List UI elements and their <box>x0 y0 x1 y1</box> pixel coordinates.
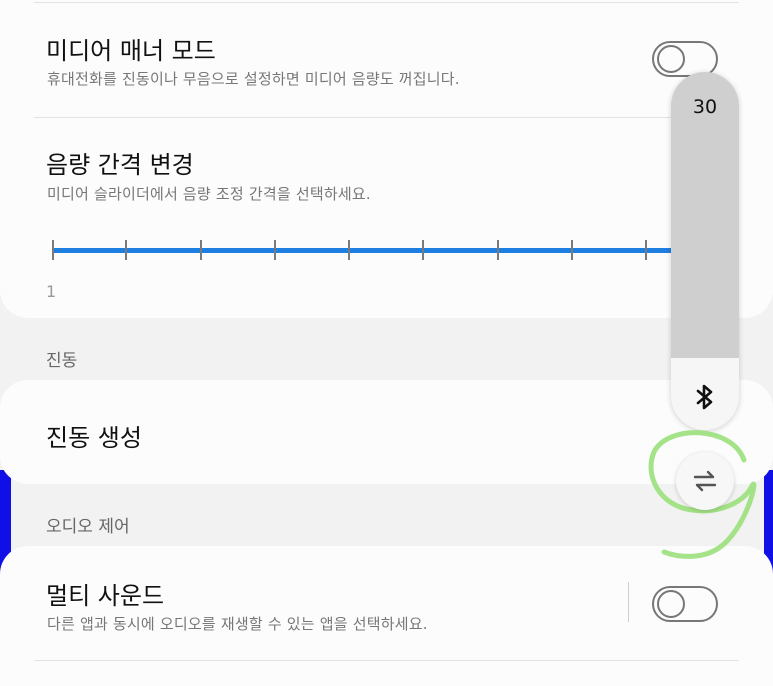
volume-value: 30 <box>692 96 718 118</box>
volume-step-title: 음량 간격 변경 <box>46 151 194 179</box>
slider-tick <box>348 240 350 260</box>
vibration-section-label: 진동 <box>46 351 78 371</box>
volume-step-slider[interactable] <box>52 248 682 253</box>
slider-tick <box>52 240 54 260</box>
bluetooth-icon[interactable] <box>693 382 717 412</box>
slider-tick <box>125 240 127 260</box>
toggle-separator <box>628 582 629 622</box>
slider-tick <box>274 240 276 260</box>
volume-step-description: 미디어 슬라이더에서 음량 조정 간격을 선택하세요. <box>47 185 371 203</box>
toggle-knob <box>657 590 685 618</box>
swap-arrows-icon <box>693 470 717 492</box>
top-divider <box>34 2 739 3</box>
slider-tick <box>571 240 573 260</box>
toggle-knob <box>657 45 685 73</box>
vibration-generate-title: 진동 생성 <box>46 424 142 452</box>
slider-tick <box>200 240 202 260</box>
slider-tick <box>422 240 424 260</box>
media-manner-title: 미디어 매너 모드 <box>46 37 216 65</box>
audio-control-section-label: 오디오 제어 <box>46 517 130 537</box>
multi-sound-toggle[interactable] <box>652 586 718 622</box>
slider-tick <box>497 240 499 260</box>
section-divider <box>34 117 739 118</box>
multi-sound-description: 다른 앱과 동시에 오디오를 재생할 수 있는 앱을 선택하세요. <box>47 615 428 633</box>
bottom-divider <box>34 660 739 661</box>
slider-tick <box>645 240 647 260</box>
sound-settings-card: 미디어 매너 모드 휴대전화를 진동이나 무음으로 설정하면 미디어 음량도 꺼… <box>0 0 773 318</box>
media-manner-description: 휴대전화를 진동이나 무음으로 설정하면 미디어 음량도 꺼집니다. <box>47 70 460 88</box>
audio-output-switch-button[interactable] <box>676 452 734 510</box>
multi-sound-title: 멀티 사운드 <box>46 582 165 610</box>
volume-panel[interactable]: 30 <box>671 72 739 430</box>
slider-min-label: 1 <box>46 282 57 301</box>
